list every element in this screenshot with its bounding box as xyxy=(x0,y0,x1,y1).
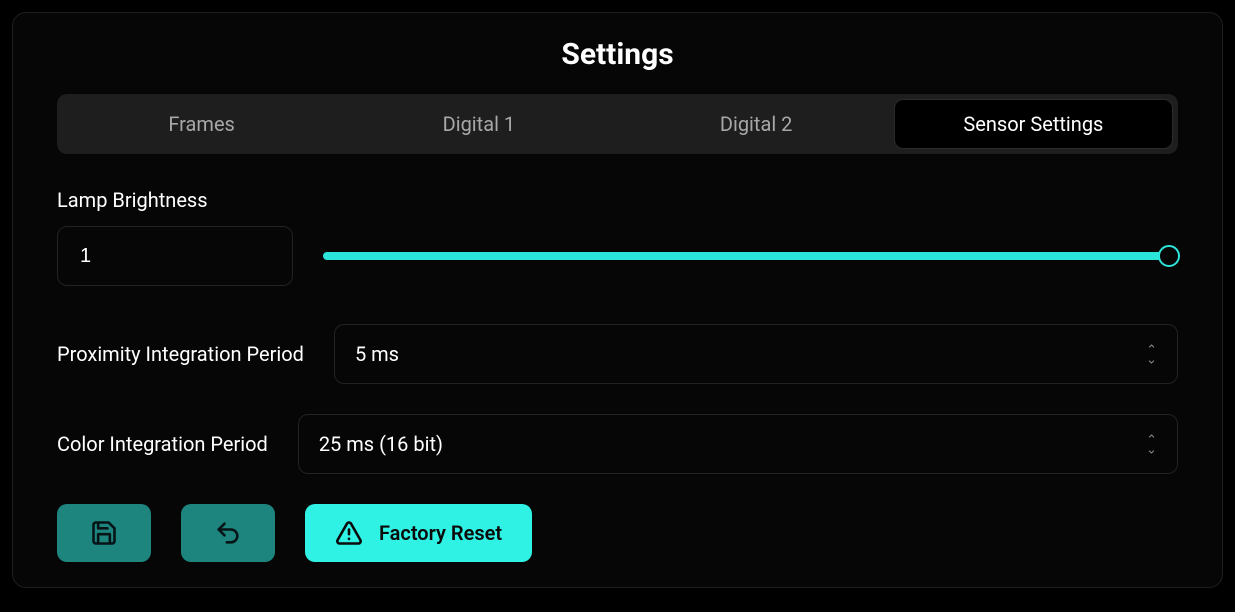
tab-digital2[interactable]: Digital 2 xyxy=(618,100,895,148)
proximity-select[interactable]: 5 ms ⌃⌃ xyxy=(334,324,1178,384)
undo-icon xyxy=(214,519,242,547)
warning-icon xyxy=(335,519,363,547)
page-title: Settings xyxy=(57,37,1178,72)
slider-track xyxy=(323,252,1178,260)
tab-digital1[interactable]: Digital 1 xyxy=(340,100,617,148)
settings-panel: Settings Frames Digital 1 Digital 2 Sens… xyxy=(12,12,1223,588)
lamp-brightness-slider[interactable] xyxy=(323,244,1178,268)
tabs: Frames Digital 1 Digital 2 Sensor Settin… xyxy=(57,94,1178,154)
slider-thumb[interactable] xyxy=(1158,245,1180,267)
undo-button[interactable] xyxy=(181,504,275,562)
proximity-value: 5 ms xyxy=(355,342,399,366)
button-row: Factory Reset xyxy=(57,504,1178,562)
color-period-select[interactable]: 25 ms (16 bit) ⌃⌃ xyxy=(298,414,1178,474)
proximity-row: Proximity Integration Period 5 ms ⌃⌃ xyxy=(57,324,1178,384)
tab-frames[interactable]: Frames xyxy=(63,100,340,148)
lamp-brightness-input[interactable] xyxy=(57,226,293,286)
save-button[interactable] xyxy=(57,504,151,562)
lamp-brightness-row xyxy=(57,226,1178,286)
chevron-updown-icon: ⌃⌃ xyxy=(1146,437,1157,451)
factory-reset-button[interactable]: Factory Reset xyxy=(305,504,532,562)
color-period-row: Color Integration Period 25 ms (16 bit) … xyxy=(57,414,1178,474)
factory-reset-label: Factory Reset xyxy=(379,521,502,545)
save-icon xyxy=(90,519,118,547)
chevron-updown-icon: ⌃⌃ xyxy=(1146,347,1157,361)
proximity-label: Proximity Integration Period xyxy=(57,342,304,366)
color-period-label: Color Integration Period xyxy=(57,432,268,456)
lamp-brightness-label: Lamp Brightness xyxy=(57,188,1178,212)
color-period-value: 25 ms (16 bit) xyxy=(319,432,443,456)
tab-sensor-settings[interactable]: Sensor Settings xyxy=(895,100,1172,148)
